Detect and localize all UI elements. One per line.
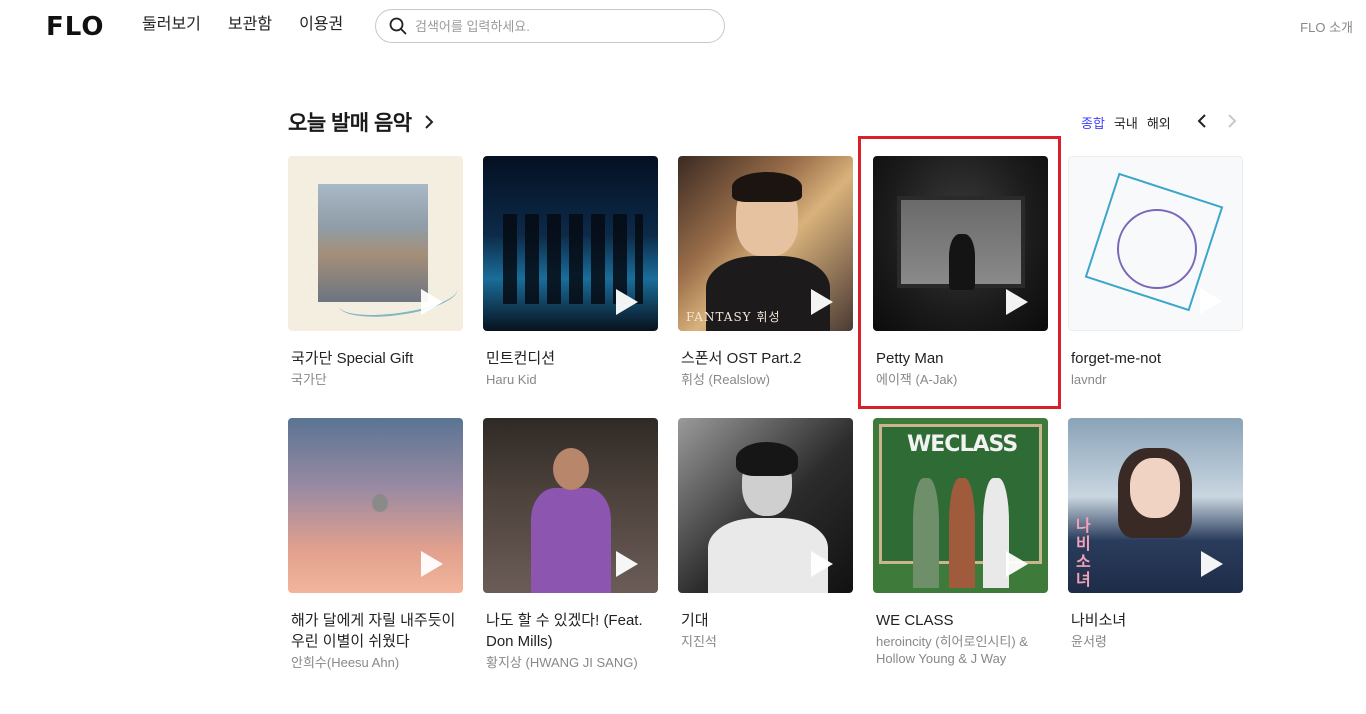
- carousel-pager: [1194, 112, 1240, 130]
- main-nav: 둘러보기 보관함 이용권: [142, 15, 343, 35]
- album-artist[interactable]: 황지상 (HWANG JI SANG): [483, 654, 658, 671]
- search-bar[interactable]: [375, 9, 725, 43]
- album-cover[interactable]: FANTASY 휘성: [678, 156, 853, 331]
- play-icon[interactable]: [811, 551, 833, 577]
- album-card[interactable]: WECLASS WE CLASS heroincity (히어로인시티) & H…: [873, 418, 1048, 680]
- play-icon[interactable]: [1200, 288, 1222, 314]
- play-icon[interactable]: [421, 551, 443, 577]
- album-card[interactable]: 민트컨디션 Haru Kid: [483, 156, 658, 418]
- nav-browse[interactable]: 둘러보기: [142, 15, 201, 35]
- play-icon[interactable]: [1006, 551, 1028, 577]
- album-title[interactable]: 나비소녀: [1068, 610, 1243, 631]
- album-cover[interactable]: [873, 156, 1048, 331]
- album-artist[interactable]: 국가단: [288, 371, 463, 388]
- album-cover[interactable]: [1068, 156, 1243, 331]
- logo-text: FLO: [46, 12, 105, 42]
- album-card[interactable]: 국가단 Special Gift 국가단: [288, 156, 463, 418]
- album-title[interactable]: 해가 달에게 자릴 내주듯이 우린 이별이 쉬웠다: [288, 610, 463, 652]
- chevron-right-icon: [424, 115, 434, 129]
- album-title[interactable]: 기대: [678, 610, 853, 631]
- album-card[interactable]: 나도 할 수 있겠다! (Feat. Don Mills) 황지상 (HWANG…: [483, 418, 658, 680]
- album-cover[interactable]: 나비소녀: [1068, 418, 1243, 593]
- play-icon[interactable]: [1006, 289, 1028, 315]
- play-icon[interactable]: [616, 289, 638, 315]
- album-card[interactable]: Petty Man 에이잭 (A-Jak): [873, 156, 1048, 418]
- album-card[interactable]: 나비소녀 나비소녀 윤서령: [1068, 418, 1243, 680]
- chevron-left-icon: [1197, 114, 1206, 128]
- prev-page-button[interactable]: [1194, 112, 1210, 130]
- album-cover[interactable]: [483, 156, 658, 331]
- album-cover[interactable]: [678, 418, 853, 593]
- flo-logo[interactable]: FLO: [46, 14, 105, 40]
- album-artist[interactable]: 휘성 (Realslow): [678, 371, 853, 388]
- section-title-link[interactable]: 오늘 발매 음악: [288, 107, 434, 137]
- cover-caption: FANTASY 휘성: [686, 310, 781, 324]
- album-card[interactable]: 기대 지진석: [678, 418, 853, 680]
- album-artist[interactable]: heroincity (히어로인시티) & Hollow Young & J W…: [873, 633, 1048, 667]
- album-artist[interactable]: Haru Kid: [483, 371, 658, 388]
- album-card[interactable]: 해가 달에게 자릴 내주듯이 우린 이별이 쉬웠다 안희수(Heesu Ahn): [288, 418, 463, 680]
- filter-international[interactable]: 해외: [1147, 113, 1171, 132]
- album-title[interactable]: forget-me-not: [1068, 348, 1243, 369]
- play-icon[interactable]: [811, 289, 833, 315]
- play-icon[interactable]: [616, 551, 638, 577]
- region-filter: 종합 국내 해외: [1081, 113, 1171, 132]
- album-cover[interactable]: [483, 418, 658, 593]
- album-artist[interactable]: 윤서령: [1068, 633, 1243, 650]
- cover-logo: WECLASS: [907, 432, 1018, 457]
- album-cover[interactable]: WECLASS: [873, 418, 1048, 593]
- filter-all[interactable]: 종합: [1081, 113, 1105, 132]
- album-cover[interactable]: [288, 418, 463, 593]
- album-cover[interactable]: [288, 156, 463, 331]
- play-icon[interactable]: [1201, 551, 1223, 577]
- search-icon: [389, 17, 407, 35]
- album-grid: 국가단 Special Gift 국가단 민트컨디션 Haru Kid FANT…: [288, 156, 1243, 680]
- album-title[interactable]: 나도 할 수 있겠다! (Feat. Don Mills): [483, 610, 658, 652]
- album-artist[interactable]: lavndr: [1068, 371, 1243, 388]
- chevron-right-icon: [1228, 114, 1237, 128]
- album-title[interactable]: Petty Man: [873, 348, 1048, 369]
- next-page-button[interactable]: [1224, 112, 1240, 130]
- filter-domestic[interactable]: 국내: [1114, 113, 1138, 132]
- album-title[interactable]: WE CLASS: [873, 610, 1048, 631]
- flo-about-link[interactable]: FLO 소개: [1300, 17, 1353, 36]
- album-card[interactable]: forget-me-not lavndr: [1068, 156, 1243, 418]
- nav-membership[interactable]: 이용권: [299, 15, 343, 35]
- album-artist[interactable]: 안희수(Heesu Ahn): [288, 654, 463, 671]
- play-icon[interactable]: [421, 289, 443, 315]
- album-title[interactable]: 스폰서 OST Part.2: [678, 348, 853, 369]
- album-artist[interactable]: 지진석: [678, 633, 853, 650]
- cover-vertical-text: 나비소녀: [1076, 518, 1091, 589]
- album-title[interactable]: 국가단 Special Gift: [288, 348, 463, 369]
- album-title[interactable]: 민트컨디션: [483, 348, 658, 369]
- album-artist[interactable]: 에이잭 (A-Jak): [873, 371, 1048, 388]
- search-input[interactable]: [415, 18, 705, 34]
- section-title: 오늘 발매 음악: [288, 112, 412, 135]
- album-card[interactable]: FANTASY 휘성 스폰서 OST Part.2 휘성 (Realslow): [678, 156, 853, 418]
- nav-library[interactable]: 보관함: [228, 15, 272, 35]
